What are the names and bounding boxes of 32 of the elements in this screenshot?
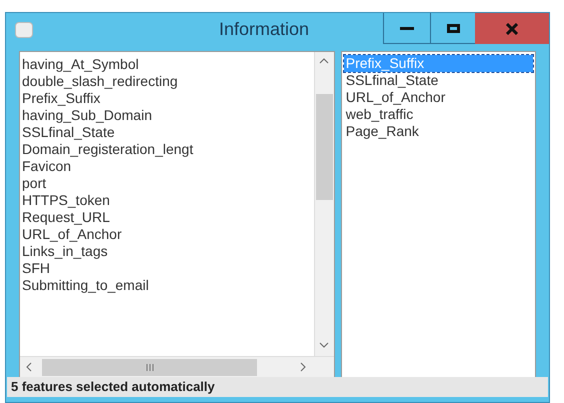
list-item[interactable]: Domain_registeration_lengt (20, 141, 314, 158)
list-item[interactable]: HTTPS_token (20, 192, 314, 209)
scroll-left-icon[interactable] (26, 362, 32, 372)
vertical-scrollbar[interactable] (314, 52, 334, 356)
scroll-down-icon[interactable] (319, 342, 330, 348)
list-item[interactable]: Submitting_to_email (20, 277, 314, 294)
scroll-thumb[interactable] (42, 358, 257, 376)
list-item[interactable]: SSLfinal_State (344, 72, 533, 89)
list-item[interactable]: URL_of_Anchor (344, 89, 533, 106)
list-item[interactable]: double_slash_redirecting (20, 73, 314, 90)
list-item[interactable]: Links_in_tags (20, 243, 314, 260)
list-item[interactable]: port (20, 175, 314, 192)
scroll-up-icon[interactable] (319, 58, 330, 64)
list-item[interactable]: SFH (20, 260, 314, 277)
scroll-right-icon[interactable] (300, 362, 306, 372)
list-item[interactable]: SSLfinal_State (20, 124, 314, 141)
list-item[interactable]: Prefix_Suffix (20, 90, 314, 107)
status-bar: 5 features selected automatically (7, 377, 548, 397)
list-item[interactable]: having_At_Symbol (20, 56, 314, 73)
scroll-thumb[interactable] (316, 94, 333, 200)
list-item[interactable]: web_traffic (344, 106, 533, 123)
close-button[interactable] (475, 13, 549, 44)
list-item[interactable]: Page_Rank (344, 123, 533, 140)
app-icon (15, 22, 33, 38)
minimize-button[interactable] (383, 13, 430, 44)
list-item[interactable]: URL_of_Anchor (20, 226, 314, 243)
list-item[interactable]: having_Sub_Domain (20, 107, 314, 124)
close-icon (506, 22, 518, 34)
list-item[interactable]: Request_URL (20, 209, 314, 226)
list-item[interactable]: Favicon (20, 158, 314, 175)
window-title: Information (219, 18, 310, 41)
grip-icon (146, 364, 154, 370)
